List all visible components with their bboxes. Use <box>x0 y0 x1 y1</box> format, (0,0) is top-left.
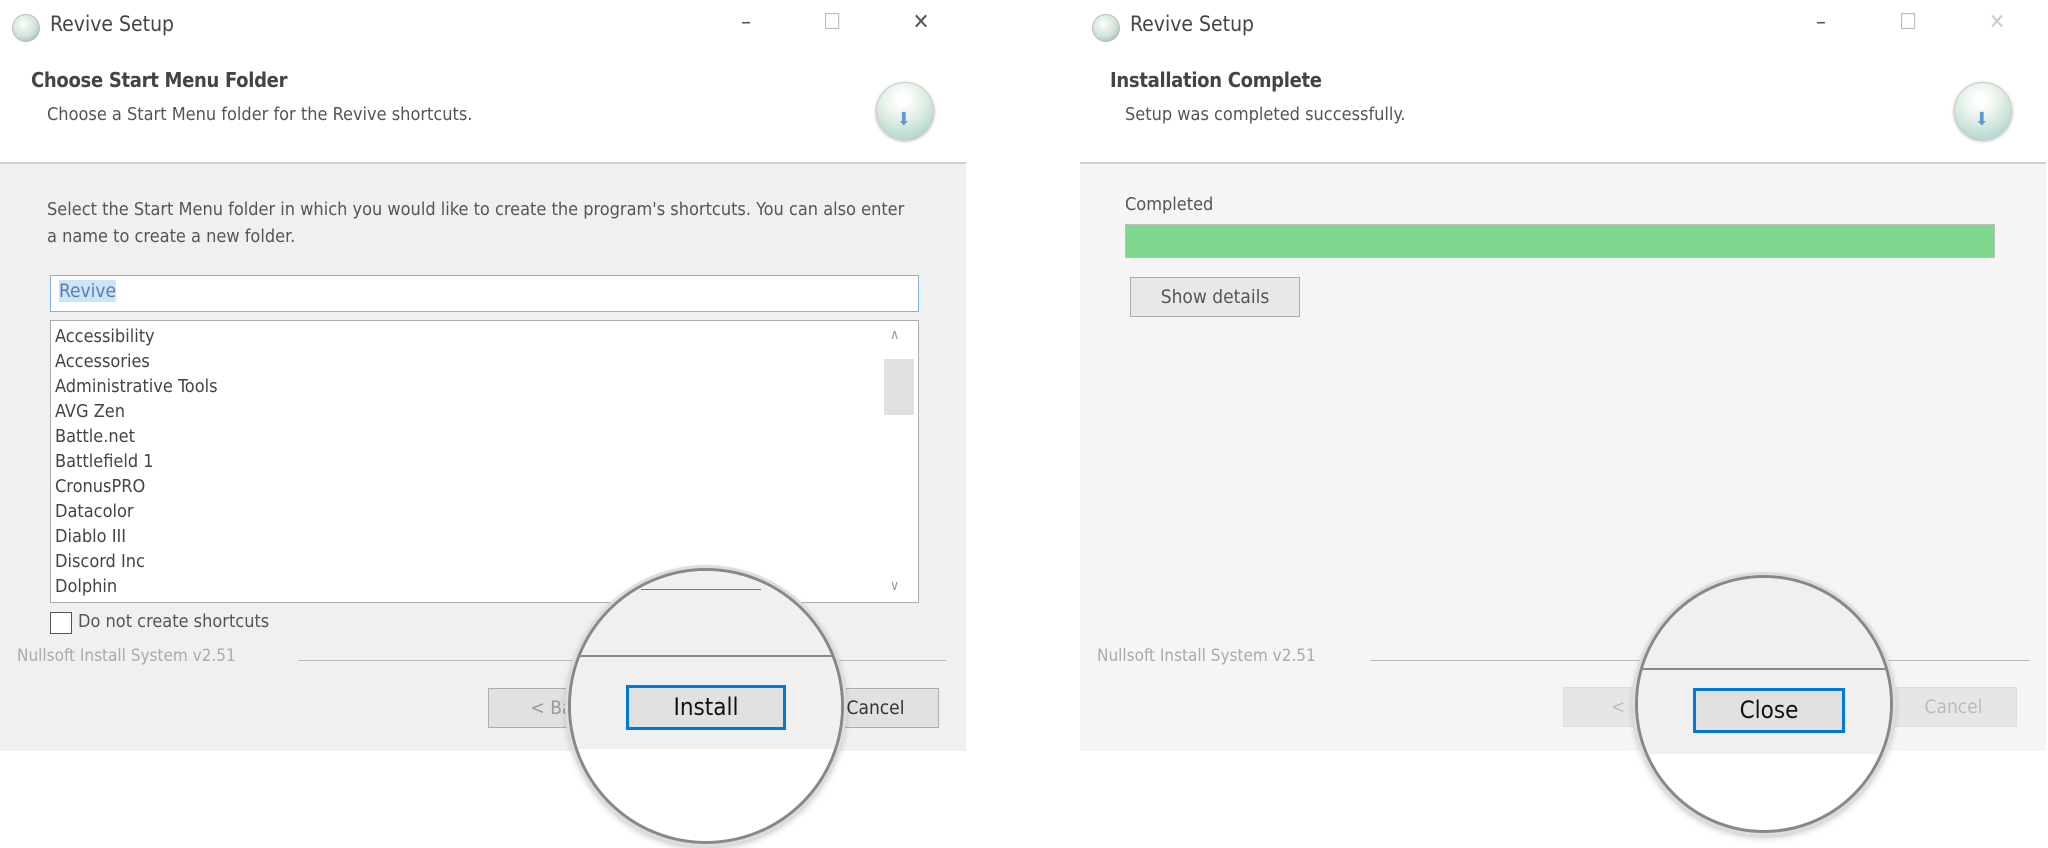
folder-list-item[interactable]: Datacolor <box>55 499 914 524</box>
progress-fill <box>1126 225 1994 257</box>
page-subtitle: Choose a Start Menu folder for the Reviv… <box>47 104 473 125</box>
minimize-button[interactable]: – <box>1801 10 1841 35</box>
branding-text: Nullsoft Install System v2.51 <box>17 646 236 666</box>
page-title: Installation Complete <box>1110 68 1322 92</box>
folder-list-item[interactable]: Accessibility <box>55 324 914 349</box>
app-icon <box>1092 14 1120 42</box>
folder-list-item[interactable]: CronusPRO <box>55 474 914 499</box>
installer-logo-icon <box>876 82 934 140</box>
minimize-button[interactable]: – <box>726 10 766 35</box>
folder-name-value: Revive <box>59 280 117 302</box>
progress-bar <box>1125 224 1995 258</box>
app-icon <box>12 14 40 42</box>
window-title: Revive Setup <box>50 12 175 36</box>
folder-list-item[interactable]: Accessories <box>55 349 914 374</box>
list-scrollbar[interactable]: ∧ ∨ <box>884 325 914 598</box>
scrollbar-thumb[interactable] <box>884 359 914 415</box>
scroll-up-icon[interactable]: ∧ <box>890 327 899 343</box>
maximize-button[interactable]: ☐ <box>1888 10 1928 35</box>
instructions: Select the Start Menu folder in which yo… <box>47 199 905 247</box>
cancel-button-disabled: Cancel <box>1890 687 2017 727</box>
maximize-button[interactable]: ☐ <box>812 10 852 35</box>
magnifier-lens: Close <box>1635 575 1893 833</box>
folder-list-item[interactable]: AVG Zen <box>55 399 914 424</box>
folder-list-item[interactable]: Battle.net <box>55 424 914 449</box>
folder-list-item[interactable]: Diablo III <box>55 524 914 549</box>
close-button[interactable]: Close <box>1693 688 1845 733</box>
scroll-down-icon[interactable]: ∨ <box>890 578 899 594</box>
close-window-button[interactable]: ✕ <box>901 10 941 35</box>
branding-text: Nullsoft Install System v2.51 <box>1097 646 1316 666</box>
page-subtitle: Setup was completed successfully. <box>1125 104 1406 125</box>
install-button[interactable]: Install <box>626 685 786 730</box>
installer-logo-icon <box>1954 82 2012 140</box>
page-title: Choose Start Menu Folder <box>31 68 288 92</box>
folder-name-input[interactable]: Revive <box>50 275 919 312</box>
no-shortcuts-label: Do not create shortcuts <box>78 611 270 632</box>
magnifier-lens: Install <box>568 568 844 844</box>
show-details-button[interactable]: Show details <box>1130 277 1300 317</box>
no-shortcuts-checkbox[interactable] <box>50 612 72 634</box>
setup-window-complete: Revive Setup – ☐ ✕ Installation Complete… <box>1080 0 2048 833</box>
folder-list[interactable]: Accessibility Accessories Administrative T… <box>50 320 919 603</box>
close-window-button-disabled: ✕ <box>1988 10 2006 35</box>
setup-window-start-menu: Revive Setup – ☐ ✕ Choose Start Menu Fol… <box>0 0 968 844</box>
folder-list-item[interactable]: Battlefield 1 <box>55 449 914 474</box>
folder-list-item[interactable]: Administrative Tools <box>55 374 914 399</box>
window-title: Revive Setup <box>1130 12 1255 36</box>
progress-label: Completed <box>1125 194 1214 215</box>
